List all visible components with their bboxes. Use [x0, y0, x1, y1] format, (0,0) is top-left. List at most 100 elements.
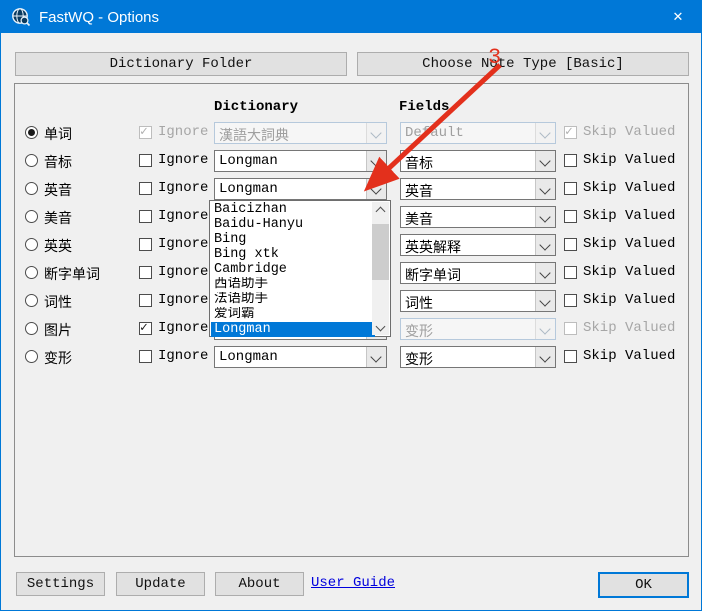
row-label: 断字单词 — [44, 264, 100, 284]
radio-button[interactable] — [25, 294, 38, 307]
radio-button[interactable] — [25, 210, 38, 223]
dropdown-scrollbar[interactable] — [372, 202, 389, 335]
fields-combobox[interactable]: 变形 — [400, 318, 556, 340]
ignore-checkbox[interactable] — [139, 210, 152, 223]
ignore-checkbox[interactable] — [139, 182, 152, 195]
fields-combobox-value: 变形 — [405, 321, 433, 341]
dropdown-item[interactable]: Longman — [211, 322, 375, 337]
row-label: 英英 — [44, 236, 72, 256]
skip-valued-label: Skip Valued — [583, 152, 675, 168]
skip-valued-checkbox[interactable] — [564, 266, 577, 279]
ignore-label: Ignore — [158, 292, 208, 308]
fields-combobox-value: 英英解释 — [405, 237, 461, 257]
skip-valued-checkbox[interactable] — [564, 154, 577, 167]
dropdown-item[interactable]: Baicizhan — [211, 202, 375, 217]
checkmark-icon: ✓ — [140, 124, 148, 139]
radio-button[interactable] — [25, 154, 38, 167]
ignore-checkbox[interactable] — [139, 154, 152, 167]
radio-button[interactable] — [25, 350, 38, 363]
fields-combobox[interactable]: 断字单词 — [400, 262, 556, 284]
dropdown-item[interactable]: Bing xtk — [211, 247, 375, 262]
ignore-checkbox[interactable] — [139, 266, 152, 279]
scrollbar-thumb[interactable] — [372, 224, 389, 280]
dictionary-combobox-value: Longman — [219, 181, 278, 197]
update-button[interactable]: Update — [116, 572, 205, 596]
ignore-checkbox[interactable] — [139, 294, 152, 307]
ignore-label: Ignore — [158, 152, 208, 168]
dropdown-item[interactable]: 法语助手 — [211, 292, 375, 307]
user-guide-link[interactable]: User Guide — [311, 575, 395, 591]
skip-valued-checkbox[interactable] — [564, 294, 577, 307]
fields-combobox[interactable]: 变形 — [400, 346, 556, 368]
choose-note-type-button[interactable]: Choose Note Type [Basic] — [357, 52, 689, 76]
fields-combobox-value: 变形 — [405, 349, 433, 369]
radio-button[interactable] — [25, 322, 38, 335]
dictionary-combobox[interactable]: Longman — [214, 346, 387, 368]
fields-combobox[interactable]: 美音 — [400, 206, 556, 228]
radio-button[interactable] — [25, 238, 38, 251]
ignore-checkbox[interactable]: ✓ — [139, 126, 152, 139]
close-button[interactable]: ✕ — [655, 1, 701, 33]
dropdown-item[interactable]: Bing — [211, 232, 375, 247]
skip-valued-checkbox[interactable] — [564, 350, 577, 363]
radio-button[interactable] — [25, 266, 38, 279]
radio-button[interactable] — [25, 182, 38, 195]
dictionary-combobox[interactable]: 漢語大詞典 — [214, 122, 387, 144]
fields-combobox[interactable]: 英英解释 — [400, 234, 556, 256]
title-bar: FastWQ - Options ✕ — [1, 1, 701, 33]
ignore-label: Ignore — [158, 320, 208, 336]
dropdown-item[interactable]: Cambridge — [211, 262, 375, 277]
dictionary-combobox-value: 漢語大詞典 — [219, 125, 289, 145]
row-label: 变形 — [44, 348, 72, 368]
ignore-label: Ignore — [158, 348, 208, 364]
annotation-step-number: 3 — [488, 45, 501, 70]
fields-combobox[interactable]: Default — [400, 122, 556, 144]
skip-valued-label: Skip Valued — [583, 236, 675, 252]
dictionary-combobox-value: Longman — [219, 153, 278, 169]
options-dialog: FastWQ - Options ✕ Dictionary Folder Cho… — [0, 0, 702, 611]
dropdown-item[interactable]: 西语助手 — [211, 277, 375, 292]
ignore-label: Ignore — [158, 208, 208, 224]
ignore-checkbox[interactable]: ✓ — [139, 322, 152, 335]
skip-valued-checkbox[interactable]: ✓ — [564, 126, 577, 139]
skip-valued-checkbox[interactable] — [564, 238, 577, 251]
dictionary-combobox[interactable]: Longman — [214, 178, 387, 200]
ignore-label: Ignore — [158, 264, 208, 280]
skip-valued-label: Skip Valued — [583, 264, 675, 280]
skip-valued-checkbox[interactable] — [564, 210, 577, 223]
dictionary-combobox[interactable]: Longman — [214, 150, 387, 172]
fields-column-header: Fields — [399, 99, 449, 115]
fields-combobox-value: 音标 — [405, 153, 433, 173]
skip-valued-label: Skip Valued — [583, 320, 675, 336]
dropdown-item[interactable]: 爱词霸 — [211, 307, 375, 322]
skip-valued-label: Skip Valued — [583, 348, 675, 364]
ignore-checkbox[interactable] — [139, 238, 152, 251]
dictionary-dropdown-list: BaicizhanBaidu-HanyuBingBing xtkCambridg… — [209, 200, 391, 337]
dictionary-folder-button[interactable]: Dictionary Folder — [15, 52, 347, 76]
skip-valued-checkbox[interactable] — [564, 322, 577, 335]
dropdown-item[interactable]: Baidu-Hanyu — [211, 217, 375, 232]
dictionary-combobox-value: Longman — [219, 349, 278, 365]
fields-combobox[interactable]: 音标 — [400, 150, 556, 172]
row-label: 词性 — [44, 292, 72, 312]
ignore-checkbox[interactable] — [139, 350, 152, 363]
radio-button[interactable] — [25, 126, 38, 139]
scrollbar-down-button[interactable] — [372, 319, 389, 335]
about-button[interactable]: About — [215, 572, 304, 596]
skip-valued-checkbox[interactable] — [564, 182, 577, 195]
fastwq-globe-icon — [11, 7, 31, 27]
checkmark-icon: ✓ — [565, 124, 573, 139]
ok-button[interactable]: OK — [598, 572, 689, 598]
row-label: 英音 — [44, 180, 72, 200]
fields-combobox[interactable]: 词性 — [400, 290, 556, 312]
chevron-down-icon — [376, 322, 386, 332]
fields-combobox-value: 断字单词 — [405, 265, 461, 285]
fields-combobox-value: 英音 — [405, 181, 433, 201]
skip-valued-label: Skip Valued — [583, 292, 675, 308]
row-label: 美音 — [44, 208, 72, 228]
fields-combobox-value: 美音 — [405, 209, 433, 229]
scrollbar-up-button[interactable] — [372, 202, 389, 218]
fields-combobox[interactable]: 英音 — [400, 178, 556, 200]
row-label: 单词 — [44, 124, 72, 144]
settings-button[interactable]: Settings — [16, 572, 105, 596]
